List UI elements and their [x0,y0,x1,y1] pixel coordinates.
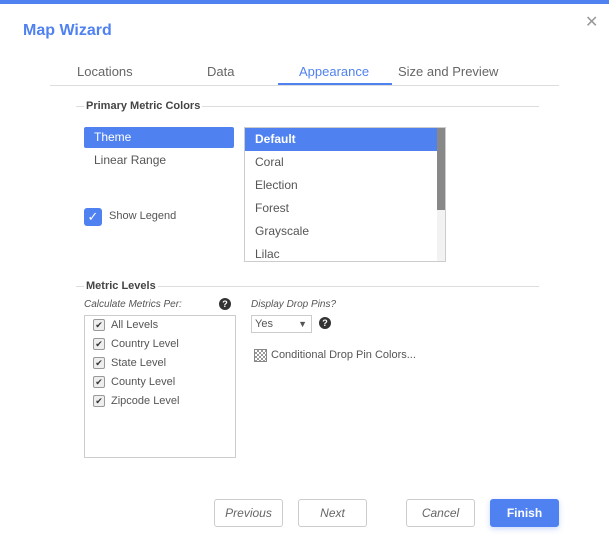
theme-list[interactable]: Default Coral Election Forest Grayscale … [244,127,446,262]
drop-pins-select[interactable]: Yes ▼ [251,315,312,333]
next-button[interactable]: Next [298,499,367,527]
level-label: State Level [111,357,167,369]
checkbox-icon[interactable]: ✔ [93,376,105,388]
tab-locations[interactable]: Locations [77,64,133,79]
cancel-button[interactable]: Cancel [406,499,475,527]
mode-theme[interactable]: Theme [84,127,234,148]
color-grid-icon [254,349,267,362]
close-icon[interactable]: ✕ [585,12,598,32]
checkbox-icon[interactable]: ✔ [93,395,105,407]
show-legend-checkbox[interactable]: ✓ [84,208,102,226]
level-all[interactable]: ✔ All Levels [93,319,158,331]
show-legend-label: Show Legend [109,210,177,222]
theme-item[interactable]: Grayscale [245,220,437,243]
tab-size-and-preview[interactable]: Size and Preview [398,64,498,79]
theme-item[interactable]: Lilac [245,243,437,261]
level-state[interactable]: ✔ State Level [93,357,166,369]
mode-linear-range[interactable]: Linear Range [84,150,234,171]
scrollbar[interactable] [437,128,445,261]
level-label: County Level [111,376,176,388]
active-tab-indicator [278,83,392,85]
section-primary-metric-colors: Primary Metric Colors [84,100,203,112]
help-icon[interactable]: ? [319,317,331,329]
level-label: Country Level [111,338,179,350]
level-county[interactable]: ✔ County Level [93,376,175,388]
tab-appearance[interactable]: Appearance [299,64,369,79]
chevron-down-icon: ▼ [298,319,307,329]
dialog-title: Map Wizard [23,22,112,39]
scrollbar-thumb[interactable] [437,128,445,210]
checkbox-icon[interactable]: ✔ [93,338,105,350]
finish-button[interactable]: Finish [490,499,559,527]
help-icon[interactable]: ? [219,298,231,310]
theme-item[interactable]: Default [245,128,437,151]
select-value: Yes [255,318,273,330]
conditional-drop-pin-colors-link[interactable]: Conditional Drop Pin Colors... [271,349,416,361]
checkbox-icon[interactable]: ✔ [93,319,105,331]
tab-data[interactable]: Data [207,64,234,79]
level-zipcode[interactable]: ✔ Zipcode Level [93,395,180,407]
theme-item[interactable]: Coral [245,151,437,174]
calculate-metrics-label: Calculate Metrics Per: [84,299,182,310]
checkbox-icon[interactable]: ✔ [93,357,105,369]
level-label: All Levels [111,319,159,331]
theme-item[interactable]: Election [245,174,437,197]
levels-list: ✔ All Levels ✔ Country Level ✔ State Level … [84,315,236,458]
previous-button[interactable]: Previous [214,499,283,527]
section-metric-levels: Metric Levels [84,280,158,292]
level-country[interactable]: ✔ Country Level [93,338,179,350]
display-drop-pins-label: Display Drop Pins? [251,299,337,310]
top-accent-bar [0,0,609,4]
theme-item[interactable]: Forest [245,197,437,220]
level-label: Zipcode Level [111,395,180,407]
